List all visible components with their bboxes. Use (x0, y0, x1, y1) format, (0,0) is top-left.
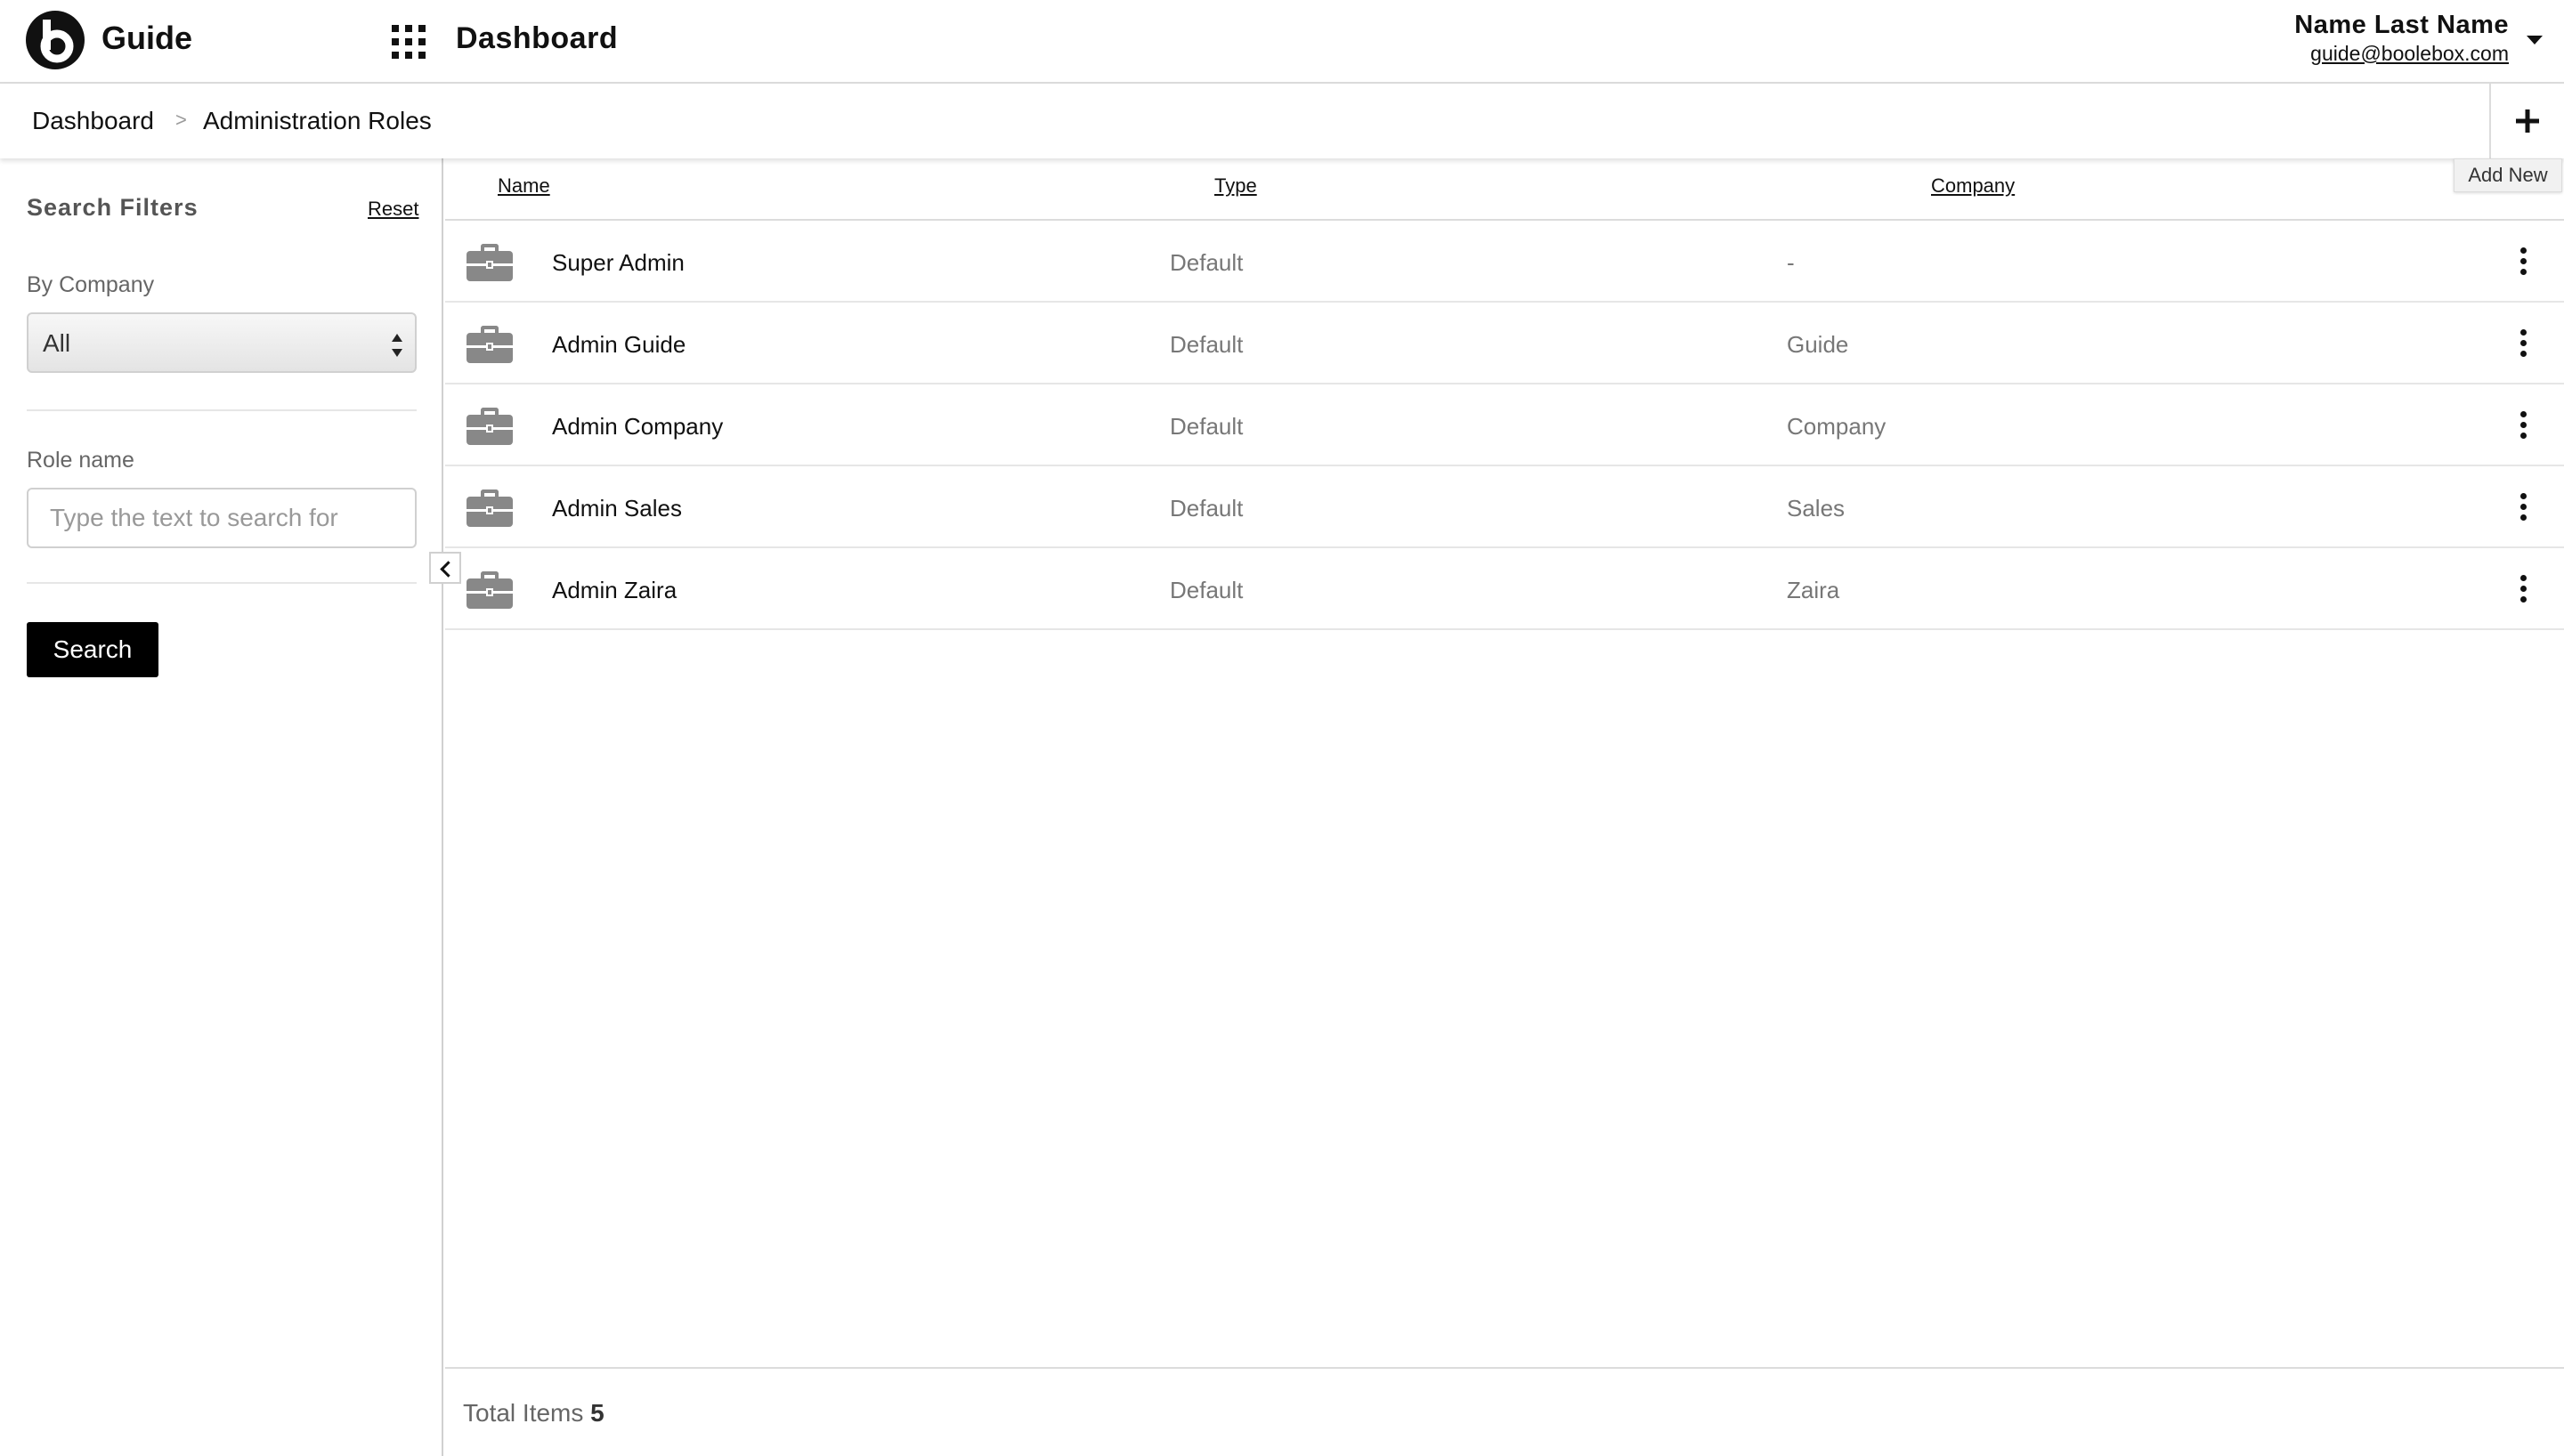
total-items: Total Items 5 (463, 1399, 604, 1428)
table-row[interactable]: Admin Company Default Company (445, 384, 2564, 466)
collapse-sidebar-chevron-left-icon[interactable] (429, 552, 461, 584)
table-row[interactable]: Admin Zaira Default Zaira (445, 548, 2564, 630)
role-company: - (1787, 249, 1795, 276)
divider (27, 409, 417, 411)
role-name: Admin Sales (552, 495, 682, 522)
roles-table: Name Type Company Super Admin Default - … (445, 158, 2564, 1456)
role-type: Default (1170, 413, 1244, 440)
by-company-label: By Company (27, 272, 155, 297)
role-type: Default (1170, 249, 1244, 276)
total-items-count: 5 (590, 1399, 604, 1427)
apps-grid-icon[interactable] (392, 25, 426, 59)
role-company: Zaira (1787, 577, 1840, 603)
more-vertical-icon[interactable] (2516, 493, 2530, 525)
role-name: Admin Company (552, 413, 724, 440)
more-vertical-icon[interactable] (2516, 247, 2530, 279)
role-name: Super Admin (552, 249, 685, 276)
breadcrumb-separator: > (175, 109, 187, 131)
briefcase-icon (467, 571, 513, 609)
briefcase-icon (467, 244, 513, 281)
briefcase-icon (467, 408, 513, 445)
search-filters-sidebar: Search Filters Reset By Company All Role… (0, 158, 443, 1456)
app-name: Guide (101, 20, 193, 56)
page-title: Dashboard (456, 21, 619, 55)
role-type: Default (1170, 495, 1244, 522)
role-type: Default (1170, 331, 1244, 358)
chevron-down-icon[interactable] (2527, 36, 2543, 44)
table-row[interactable]: Admin Guide Default Guide (445, 303, 2564, 384)
top-header: Guide Dashboard Name Last Name guide@boo… (0, 0, 2564, 84)
breadcrumb-dashboard-link[interactable]: Dashboard (32, 107, 154, 135)
add-new-button[interactable] (2489, 84, 2564, 158)
role-name-label: Role name (27, 448, 134, 473)
company-select[interactable]: All (27, 312, 417, 373)
role-company: Guide (1787, 331, 1849, 358)
add-new-tooltip: Add New (2454, 158, 2562, 192)
more-vertical-icon[interactable] (2516, 411, 2530, 443)
table-row[interactable]: Admin Sales Default Sales (445, 466, 2564, 548)
user-menu[interactable]: Name Last Name guide@boolebox.com (2294, 11, 2509, 66)
more-vertical-icon[interactable] (2516, 329, 2530, 361)
select-arrows-icon (392, 334, 402, 357)
briefcase-icon (467, 326, 513, 363)
column-header-type[interactable]: Type (1214, 174, 1257, 198)
table-header: Name Type Company (445, 158, 2564, 221)
role-name: Admin Zaira (552, 577, 678, 603)
user-name: Name Last Name (2294, 11, 2509, 39)
table-footer: Total Items 5 (445, 1367, 2564, 1456)
search-button[interactable]: Search (27, 622, 158, 677)
role-name-input[interactable] (27, 488, 417, 548)
more-vertical-icon[interactable] (2516, 575, 2530, 607)
role-name: Admin Guide (552, 331, 686, 358)
user-email-link[interactable]: guide@boolebox.com (2294, 42, 2509, 66)
breadcrumb-bar: Dashboard > Administration Roles (0, 84, 2564, 158)
divider (27, 582, 417, 584)
role-company: Company (1787, 413, 1886, 440)
table-row[interactable]: Super Admin Default - (445, 221, 2564, 303)
role-company: Sales (1787, 495, 1846, 522)
total-items-label: Total Items (463, 1399, 584, 1427)
role-type: Default (1170, 577, 1244, 603)
reset-link[interactable]: Reset (368, 198, 418, 221)
column-header-name[interactable]: Name (498, 174, 550, 198)
company-select-value: All (43, 329, 71, 357)
briefcase-icon (467, 489, 513, 527)
filters-title: Search Filters (27, 194, 199, 221)
boolebox-logo-icon[interactable] (26, 11, 85, 69)
column-header-company[interactable]: Company (1931, 174, 2015, 198)
breadcrumb-current: Administration Roles (203, 107, 432, 134)
